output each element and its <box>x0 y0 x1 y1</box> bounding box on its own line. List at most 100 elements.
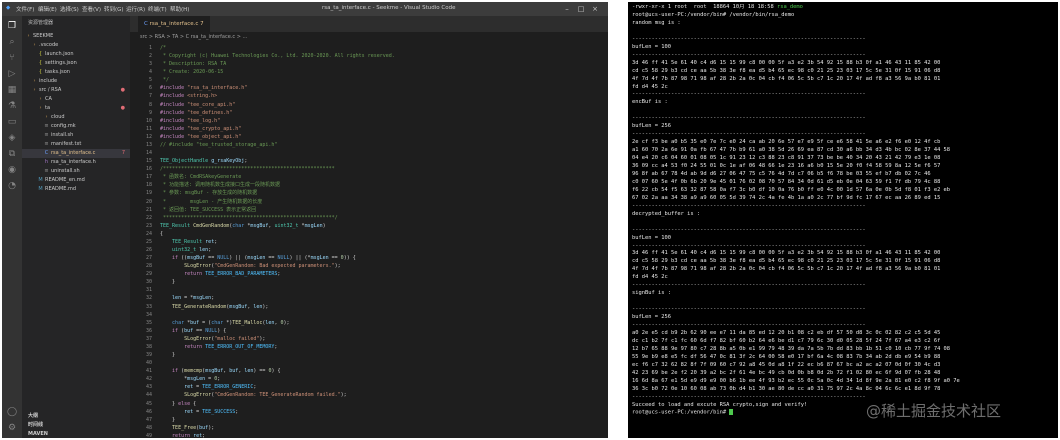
code-line[interactable]: 19 * 参数: msgBuf - 存放生成的随机数据 <box>130 189 608 197</box>
code-line[interactable]: 11 #include "tee_crypto_api.h" <box>130 125 608 133</box>
timeline-section[interactable]: 时间线 <box>22 421 130 430</box>
code-line[interactable]: 36 if (buf == NULL) { <box>130 327 608 335</box>
code-line[interactable]: 33 TEE_GenerateRandom(msgBuf, len); <box>130 303 608 311</box>
explorer-item[interactable]: {tasks.json <box>22 68 130 77</box>
code-line[interactable]: 48 TEE_Free(buf); <box>130 424 608 432</box>
menu-view[interactable]: 查看(V) <box>82 5 101 13</box>
code-line[interactable]: 8 #include "tee_core_api.h" <box>130 101 608 109</box>
copy-icon[interactable]: ⧉ <box>6 148 18 160</box>
explorer-item[interactable]: ≡ uninstall.sh <box>22 167 130 176</box>
maximize-icon[interactable]: □ <box>576 4 586 14</box>
explorer-item[interactable]: ≡ manifest.txt <box>22 140 130 149</box>
code-line[interactable]: 7 #include <string.h> <box>130 92 608 100</box>
code-line[interactable]: 31 <box>130 286 608 294</box>
eye-icon[interactable]: ◉ <box>6 164 18 176</box>
code-line[interactable]: 47 } <box>130 416 608 424</box>
code-line[interactable]: 18 * 功能描述: 调用随机数生成接口生成一段随机数据 <box>130 181 608 189</box>
explorer-item[interactable]: ≡ config.mk <box>22 122 130 131</box>
menu-file[interactable]: 文件(F) <box>16 5 34 13</box>
menu-go[interactable]: 转到(G) <box>104 5 124 13</box>
code-line[interactable]: 21 * 返回值: TEE_SUCCESS 表示正常返回 <box>130 206 608 214</box>
explorer-item[interactable]: {settings.json <box>22 59 130 68</box>
explorer-item[interactable]: Crsa_ta_interface.c 7 <box>22 149 130 158</box>
code-line[interactable]: 40 <box>130 359 608 367</box>
run-debug-icon[interactable]: ▷ <box>6 68 18 80</box>
extensions-icon[interactable]: ▦ <box>6 84 18 96</box>
code-line[interactable]: 23 TEE_Result CmdGenRandom(char *msgBuf, … <box>130 222 608 230</box>
menu-selection[interactable]: 选择(S) <box>60 5 79 13</box>
explorer-item[interactable]: h rsa_ta_interface.h <box>22 158 130 167</box>
code-line[interactable]: 15 TEE_ObjectHandle g_rsaKeyObj; <box>130 157 608 165</box>
search-icon[interactable]: ⌕ <box>6 36 18 48</box>
code-line[interactable]: 37 SLogError("malloc failed"); <box>130 335 608 343</box>
explorer-item[interactable]: › ta ● <box>22 104 130 113</box>
code-line[interactable]: 2 * Copyright (c) Huawei Technologies Co… <box>130 52 608 60</box>
bell-icon[interactable]: ◔ <box>6 180 18 192</box>
code-line[interactable]: 13 // #include "tee_trusted_storage_api.h… <box>130 141 608 149</box>
explorer-item[interactable]: › .vscode <box>22 41 130 50</box>
menu-terminal[interactable]: 终端(T) <box>148 5 167 13</box>
menu-help[interactable]: 帮助(H) <box>170 5 189 13</box>
terminal-window[interactable]: -rwxr-xr-x 1 root root 18864 10月 18 18:5… <box>628 2 1058 438</box>
code-line[interactable]: 25 TEE_Result ret; <box>130 238 608 246</box>
code-line[interactable]: 5 */ <box>130 76 608 84</box>
explorer-item[interactable]: M README.md <box>22 185 130 194</box>
code-line[interactable]: 45 } else { <box>130 400 608 408</box>
tab-rsa-ta-interface[interactable]: C rsa_ta_interface.c 7 <box>138 16 210 32</box>
code-line[interactable]: 12 #include "tee_object_api.h" <box>130 133 608 141</box>
explorer-item[interactable]: › CA <box>22 95 130 104</box>
vscode-logo-icon[interactable]: ◆ <box>6 5 10 11</box>
account-icon[interactable]: ◯ <box>6 406 18 418</box>
code-line[interactable]: 6 #include "rsa_ta_interface.h" <box>130 84 608 92</box>
close-icon[interactable]: × <box>590 4 600 14</box>
explorer-item[interactable]: {launch.json <box>22 50 130 59</box>
code-line[interactable]: 20 * msgLen - 产生随机数据的长度 <box>130 198 608 206</box>
menu-edit[interactable]: 编辑(E) <box>38 5 57 13</box>
explorer-item[interactable]: M README_en.md <box>22 176 130 185</box>
docker-icon[interactable]: ◈ <box>6 132 18 144</box>
minimize-icon[interactable]: – <box>562 4 572 14</box>
code-line[interactable]: 10 #include "tee_log.h" <box>130 117 608 125</box>
code-line[interactable]: 44 SLogError("CmdGenRandom: TEE_Generate… <box>130 391 608 399</box>
code-line[interactable]: 24 { <box>130 230 608 238</box>
explorer-item[interactable]: › src / RSA ● <box>22 86 130 95</box>
code-line[interactable]: 28 SLogError("CmdGenRandom: Bad expected… <box>130 262 608 270</box>
explorer-item[interactable]: ≡ install.sh <box>22 131 130 140</box>
code-line[interactable]: 3 * Description: RSA TA <box>130 60 608 68</box>
code-line[interactable]: 39 } <box>130 351 608 359</box>
settings-icon[interactable]: ⚙ <box>6 422 18 434</box>
files-icon[interactable]: ❐ <box>6 20 18 32</box>
code-line[interactable]: 43 ret = TEE_ERROR_GENERIC; <box>130 383 608 391</box>
code-line[interactable]: 1 /* <box>130 44 608 52</box>
code-line[interactable]: 22 *************************************… <box>130 214 608 222</box>
menu-run[interactable]: 运行(R) <box>126 5 145 13</box>
code-line[interactable]: 17 * 函数名: CmdRSAkeyGenerate <box>130 173 608 181</box>
code-line[interactable]: 49 return ret; <box>130 432 608 438</box>
code-line[interactable]: 26 uint32_t len; <box>130 246 608 254</box>
outline-section[interactable]: 大纲 <box>22 412 130 421</box>
code-editor[interactable]: C rsa_ta_interface.c 7 src > RSA > TA > … <box>130 16 608 438</box>
source-control-icon[interactable]: ⑂ <box>6 52 18 64</box>
code-line[interactable]: 34 <box>130 311 608 319</box>
code-line[interactable]: 38 return TEE_ERROR_OUT_OF_MEMORY; <box>130 343 608 351</box>
code-line[interactable]: 16 /*************************************… <box>130 165 608 173</box>
explorer-item[interactable]: › cloud <box>22 113 130 122</box>
terminal-separator: ----------------------------------------… <box>632 115 866 122</box>
code-line[interactable]: 46 ret = TEE_SUCCESS; <box>130 408 608 416</box>
code-line[interactable]: 41 if (memcmp(msgBuf, buf, len) == 0) { <box>130 367 608 375</box>
code-line[interactable]: 32 len = *msgLen; <box>130 294 608 302</box>
code-line[interactable]: 42 *msgLen = 0; <box>130 375 608 383</box>
flask-icon[interactable]: ⚗ <box>6 100 18 112</box>
code-line[interactable]: 4 * Create: 2020-06-15 <box>130 68 608 76</box>
maven-section[interactable]: MAVEN <box>22 430 130 438</box>
remote-icon[interactable]: ▭ <box>6 116 18 128</box>
breadcrumb[interactable]: src > RSA > TA > C rsa_ta_interface.c > … <box>140 34 247 40</box>
code-line[interactable]: 35 char *buf = (char *)TEE_Malloc(len, 0… <box>130 319 608 327</box>
code-line[interactable]: 14 <box>130 149 608 157</box>
code-line[interactable]: 27 if ((msgBuf == NULL) || (msgLen == NU… <box>130 254 608 262</box>
code-line[interactable]: 30 } <box>130 278 608 286</box>
explorer-item[interactable]: › include <box>22 77 130 86</box>
explorer-item[interactable]: › SEEKME <box>22 32 130 41</box>
code-line[interactable]: 29 return TEE_ERROR_BAD_PARAMETERS; <box>130 270 608 278</box>
code-line[interactable]: 9 #include "tee_defines.h" <box>130 109 608 117</box>
